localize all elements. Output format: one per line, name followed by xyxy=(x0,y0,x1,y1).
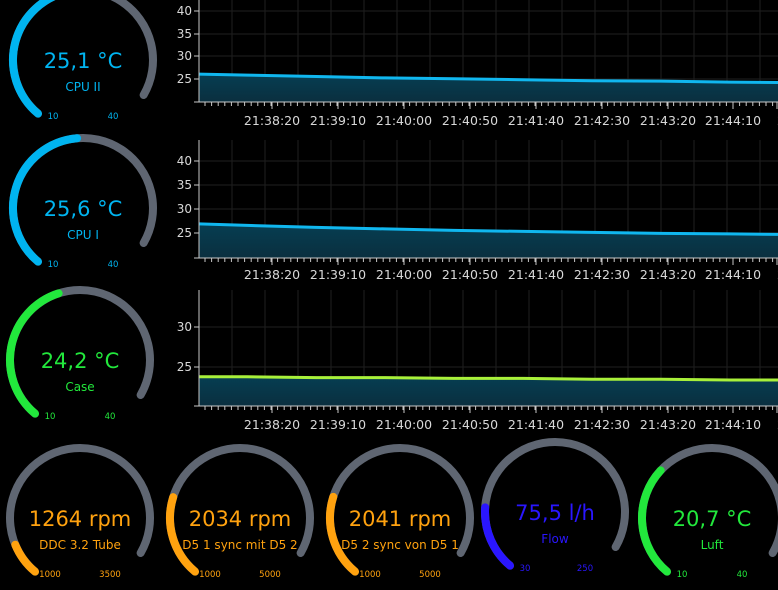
gauge-label: D5 2 sync von D5 1 xyxy=(341,538,459,552)
x-tick-label: 21:43:20 xyxy=(640,113,696,128)
y-tick-label: 30 xyxy=(177,320,192,334)
x-tick-label: 21:41:40 xyxy=(508,417,564,432)
y-tick-label: 40 xyxy=(177,154,192,168)
y-tick-label: 40 xyxy=(177,4,192,18)
x-tick-label: 21:42:30 xyxy=(574,113,630,128)
x-tick-label: 21:41:40 xyxy=(508,113,564,128)
gauge-ddc: 1264 rpm DDC 3.2 Tube 1000 3500 xyxy=(6,444,154,580)
gauge-label: CPU I xyxy=(67,228,99,242)
series-area xyxy=(199,376,778,406)
x-tick-label: 21:39:10 xyxy=(310,267,366,282)
y-tick-label: 30 xyxy=(177,202,192,216)
gauge-max: 40 xyxy=(737,570,748,580)
gauge-value: 2034 rpm xyxy=(189,507,292,531)
x-tick-label: 21:38:20 xyxy=(244,113,300,128)
gauge-label: Flow xyxy=(541,532,569,546)
y-tick-label: 25 xyxy=(177,72,192,86)
line-chart-1: 40 35 30 25 21:38:20 21:39:10 21:40:00 21:40:50… xyxy=(177,0,778,128)
x-tick-label: 21:40:00 xyxy=(376,417,432,432)
line-chart-3: 30 25 21:38:20 21:39:10 21:40:00 21:40:50 21:4… xyxy=(177,290,778,432)
gauge-value: 25,6 °C xyxy=(44,197,123,221)
gauge-label: Luft xyxy=(701,538,724,552)
gauge-max: 40 xyxy=(108,260,119,270)
gauge-min: 10 xyxy=(677,570,688,580)
x-tick-label: 21:40:00 xyxy=(376,267,432,282)
gauge-case: 24,2 °C Case 10 40 xyxy=(6,286,154,422)
gauge-max: 40 xyxy=(108,112,119,122)
gauge-d52: 2041 rpm D5 2 sync von D5 1 1000 5000 xyxy=(326,444,474,580)
gauge-cpu2: 25,1 °C CPU II 10 40 xyxy=(9,0,157,122)
gauge-value: 2041 rpm xyxy=(349,507,452,531)
gauge-d51: 2034 rpm D5 1 sync mit D5 2 1000 5000 xyxy=(166,444,314,580)
gauge-value-arc xyxy=(11,540,39,576)
gauge-label: Case xyxy=(65,380,94,394)
y-tick-label: 30 xyxy=(177,49,192,63)
dashboard-canvas: 40 35 30 25 21:38:20 21:39:10 21:40:00 21:40:50… xyxy=(6,0,778,580)
gauge-min: 1000 xyxy=(199,570,221,580)
gauge-label: CPU II xyxy=(65,80,100,94)
gauge-value-arc xyxy=(481,503,514,570)
gauge-value: 75,5 l/h xyxy=(515,501,595,525)
x-tick-label: 21:41:40 xyxy=(508,267,564,282)
series-area xyxy=(199,223,778,258)
gauge-value: 24,2 °C xyxy=(41,349,120,373)
y-tick-label: 35 xyxy=(177,27,192,41)
gauge-min: 30 xyxy=(520,564,531,574)
x-tick-label: 21:39:10 xyxy=(310,113,366,128)
gauge-label: D5 1 sync mit D5 2 xyxy=(182,538,297,552)
x-tick-label: 21:38:20 xyxy=(244,267,300,282)
gauge-min: 10 xyxy=(48,112,59,122)
gauge-flow: 75,5 l/h Flow 30 250 xyxy=(481,438,629,574)
gauge-max: 3500 xyxy=(99,570,121,580)
gauge-min: 10 xyxy=(45,412,56,422)
gauge-label: DDC 3.2 Tube xyxy=(39,538,121,552)
gauge-cpu1: 25,6 °C CPU I 10 40 xyxy=(9,134,157,270)
gauge-max: 5000 xyxy=(259,570,281,580)
x-tick-label: 21:39:10 xyxy=(310,417,366,432)
gauge-value: 25,1 °C xyxy=(44,49,123,73)
gauge-min: 10 xyxy=(48,260,59,270)
gauge-max: 40 xyxy=(105,412,116,422)
line-chart-2: 40 35 30 25 21:38:20 21:39:10 21:40:00 21:40:50… xyxy=(177,140,778,282)
x-tick-label: 21:40:00 xyxy=(376,113,432,128)
x-tick-label: 21:42:30 xyxy=(574,267,630,282)
gauge-value: 1264 rpm xyxy=(29,507,132,531)
gauge-max: 250 xyxy=(577,564,593,574)
x-tick-label: 21:40:50 xyxy=(442,417,498,432)
x-tick-label: 21:42:30 xyxy=(574,417,630,432)
gauge-min: 1000 xyxy=(359,570,381,580)
x-tick-label: 21:43:20 xyxy=(640,267,696,282)
x-tick-label: 21:38:20 xyxy=(244,417,300,432)
x-tick-label: 21:43:20 xyxy=(640,417,696,432)
gauge-min: 1000 xyxy=(39,570,61,580)
x-tick-label: 21:40:50 xyxy=(442,113,498,128)
y-tick-label: 25 xyxy=(177,360,192,374)
x-tick-label: 21:44:10 xyxy=(705,267,761,282)
gauge-max: 5000 xyxy=(419,570,441,580)
x-tick-label: 21:40:50 xyxy=(442,267,498,282)
x-tick-label: 21:44:10 xyxy=(705,113,761,128)
gauge-value: 20,7 °C xyxy=(673,507,752,531)
y-tick-label: 35 xyxy=(177,178,192,192)
gauge-value-arc xyxy=(638,466,671,576)
y-tick-label: 25 xyxy=(177,226,192,240)
gauge-luft: 20,7 °C Luft 10 40 xyxy=(638,444,778,580)
charts-area: 40 35 30 25 21:38:20 21:39:10 21:40:00 21:40:50… xyxy=(177,0,778,432)
x-tick-label: 21:44:10 xyxy=(705,417,761,432)
